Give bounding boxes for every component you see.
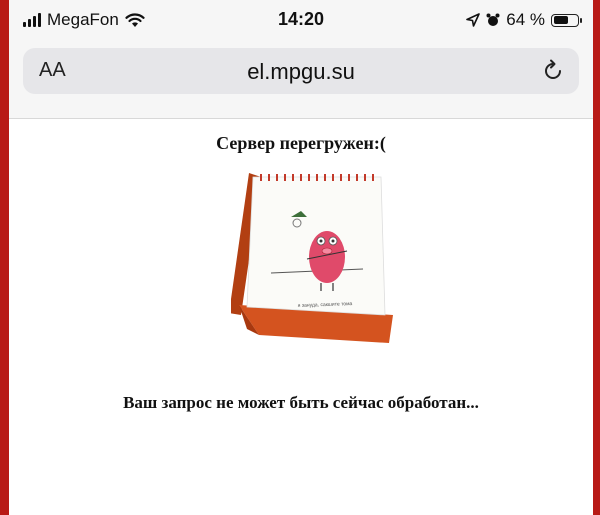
page-title: Сервер перегружен:(: [216, 133, 386, 153]
calendar-spiral: [260, 174, 374, 181]
battery-icon: [551, 13, 582, 27]
status-bar: MegaFon 14:20 64 %: [9, 0, 593, 40]
address-bar[interactable]: AA el.mpgu.su: [23, 48, 579, 94]
reload-icon[interactable]: [541, 59, 565, 83]
url-text[interactable]: el.mpgu.su: [23, 59, 579, 85]
status-right: 64 %: [466, 9, 582, 31]
desk-calendar-illustration: [231, 173, 393, 343]
location-arrow-icon: [466, 13, 481, 27]
browser-screen: MegaFon 14:20 64 % AA el.mpgu.su Сервер …: [9, 0, 593, 515]
address-bar-area: AA el.mpgu.su: [9, 40, 593, 119]
alarm-clock-icon: [486, 13, 500, 26]
error-message: Ваш запрос не может быть сейчас обработа…: [123, 393, 479, 412]
battery-percent: 64 %: [506, 10, 545, 29]
